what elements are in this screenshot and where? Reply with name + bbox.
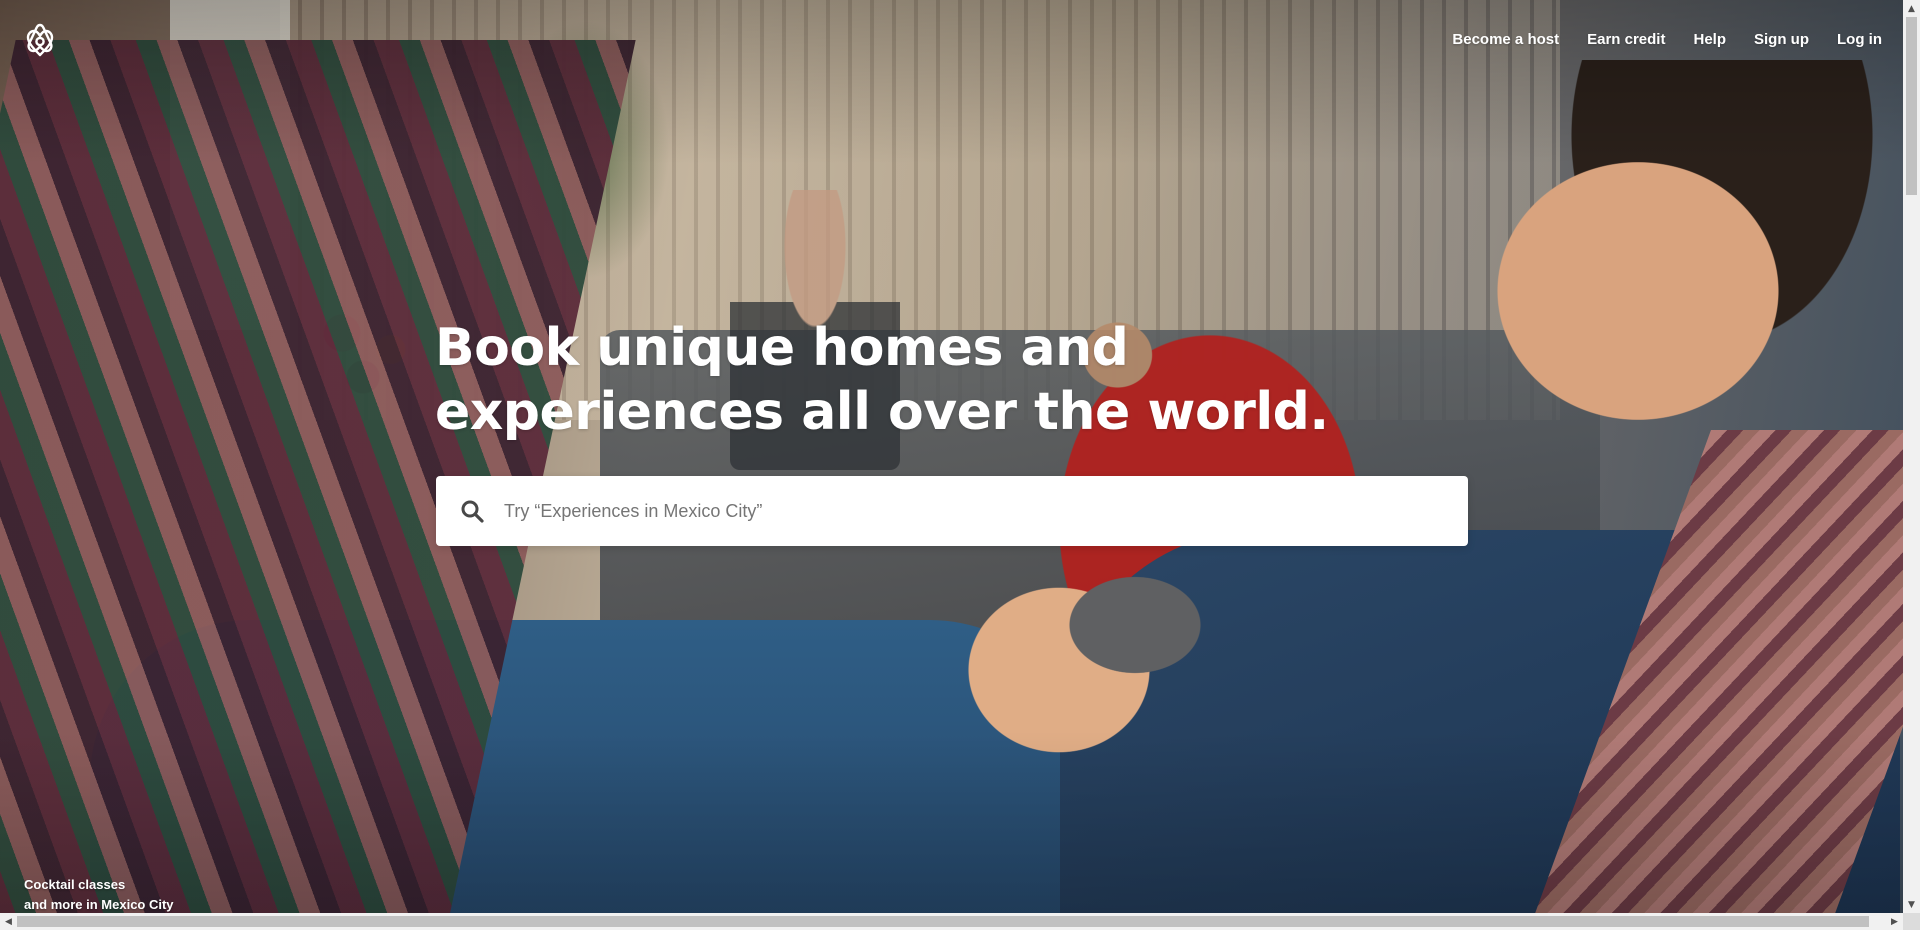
hero-headline-line-1: Book unique homes and [435,318,1129,378]
horizontal-scrollbar[interactable]: ◀ ▶ [0,913,1903,930]
hero-headline-line-2: experiences all over the world. [435,382,1329,442]
nav-log-in[interactable]: Log in [1818,28,1891,51]
airbnb-logo-icon[interactable] [24,22,56,58]
hero-photo-caption[interactable]: Cocktail classes and more in Mexico City [24,875,174,913]
hero-headline: Book unique homes and experiences all ov… [435,316,1335,444]
nav-sign-up[interactable]: Sign up [1735,28,1818,51]
vertical-scrollbar[interactable]: ▲ ▼ [1903,0,1920,913]
scrollbar-corner [1903,913,1920,930]
nav-earn-credit[interactable]: Earn credit [1568,28,1674,51]
page-viewport: Become a host Earn credit Help Sign up L… [0,0,1903,913]
nav-become-a-host[interactable]: Become a host [1433,28,1568,51]
hero-section: Become a host Earn credit Help Sign up L… [0,0,1903,913]
scroll-up-arrow-icon[interactable]: ▲ [1903,0,1920,17]
hero-shade-overlay [0,0,1903,913]
nav-help[interactable]: Help [1674,28,1735,51]
horizontal-scroll-thumb[interactable] [17,916,1869,927]
caption-line-2: and more in Mexico City [24,897,174,912]
scroll-left-arrow-icon[interactable]: ◀ [0,913,17,930]
scroll-down-arrow-icon[interactable]: ▼ [1903,896,1920,913]
vertical-scroll-thumb[interactable] [1906,17,1917,195]
top-nav: Become a host Earn credit Help Sign up L… [1433,28,1891,51]
search-icon [460,499,484,523]
scroll-right-arrow-icon[interactable]: ▶ [1886,913,1903,930]
caption-line-1: Cocktail classes [24,877,126,892]
search-input[interactable] [502,499,1446,523]
search-bar[interactable] [436,476,1468,546]
